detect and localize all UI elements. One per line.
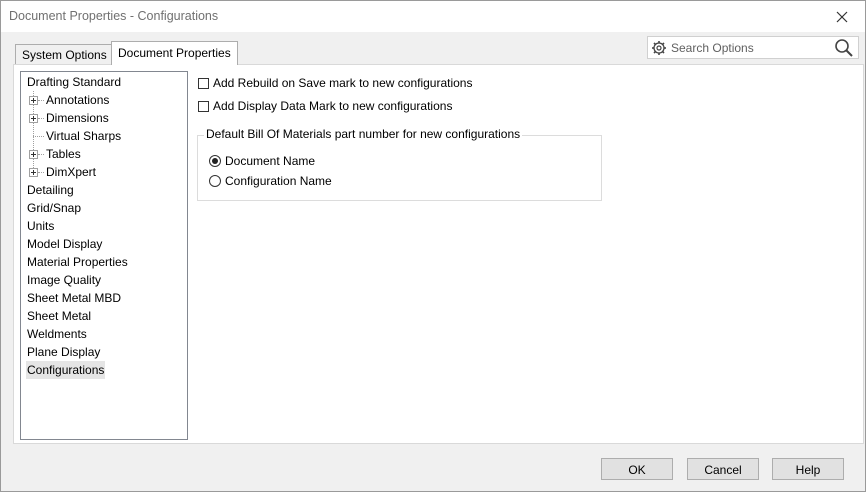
plus-box-icon[interactable] <box>29 168 38 177</box>
add-display-data-option[interactable]: Add Display Data Mark to new configurati… <box>198 98 452 114</box>
add-rebuild-label: Add Rebuild on Save mark to new configur… <box>213 76 473 90</box>
plus-box-icon[interactable] <box>29 96 38 105</box>
tree-connector <box>38 172 44 173</box>
plus-box-icon[interactable] <box>29 114 38 123</box>
search-input[interactable]: Search Options <box>671 41 834 55</box>
tree-item-sheet-metal-mbd[interactable]: Sheet Metal MBD <box>26 289 122 307</box>
tree-item-units[interactable]: Units <box>26 217 55 235</box>
tree-item-dimxpert[interactable]: DimXpert <box>45 163 97 181</box>
tree-item-drafting-standard[interactable]: Drafting Standard <box>26 73 122 91</box>
help-button[interactable]: Help <box>772 458 844 480</box>
tab-system-options[interactable]: System Options <box>15 44 114 65</box>
options-tree[interactable]: Drafting Standard Annotations Dimensions… <box>20 71 188 440</box>
tree-connector <box>38 118 44 119</box>
configuration-name-label: Configuration Name <box>225 174 332 188</box>
add-rebuild-checkbox[interactable] <box>198 77 209 89</box>
tree-item-detailing[interactable]: Detailing <box>26 181 75 199</box>
tab-strip: System Options Document Properties Searc… <box>1 32 865 65</box>
document-name-option[interactable]: Document Name <box>209 153 315 169</box>
add-display-data-label: Add Display Data Mark to new configurati… <box>213 99 453 113</box>
tree-item-material-properties[interactable]: Material Properties <box>26 253 129 271</box>
tree-item-virtual-sharps[interactable]: Virtual Sharps <box>45 127 122 145</box>
dialog-window: Document Properties - Configurations Sys… <box>0 0 866 492</box>
tree-item-image-quality[interactable]: Image Quality <box>26 271 102 289</box>
close-button[interactable] <box>819 1 865 32</box>
tree-item-weldments[interactable]: Weldments <box>26 325 88 343</box>
tree-item-sheet-metal[interactable]: Sheet Metal <box>26 307 92 325</box>
options-panel: Drafting Standard Annotations Dimensions… <box>13 64 864 444</box>
tree-connector <box>38 154 44 155</box>
tree-item-model-display[interactable]: Model Display <box>26 235 103 253</box>
tree-item-dimensions[interactable]: Dimensions <box>45 109 110 127</box>
configuration-name-radio[interactable] <box>209 175 221 187</box>
bom-group-legend: Default Bill Of Materials part number fo… <box>204 127 523 141</box>
document-name-radio[interactable] <box>209 155 221 167</box>
title-bar: Document Properties - Configurations <box>1 1 865 32</box>
tree-item-annotations[interactable]: Annotations <box>45 91 110 109</box>
tree-item-tables[interactable]: Tables <box>45 145 82 163</box>
tree-item-plane-display[interactable]: Plane Display <box>26 343 101 361</box>
bom-part-number-group: Default Bill Of Materials part number fo… <box>197 127 602 201</box>
search-icon[interactable] <box>834 38 854 58</box>
tree-item-grid-snap[interactable]: Grid/Snap <box>26 199 82 217</box>
add-display-data-checkbox[interactable] <box>198 100 209 112</box>
ok-button[interactable]: OK <box>601 458 673 480</box>
close-icon <box>836 11 848 22</box>
tab-document-properties[interactable]: Document Properties <box>111 41 238 65</box>
window-title: Document Properties - Configurations <box>9 9 219 23</box>
tree-connector <box>33 136 44 137</box>
cancel-button[interactable]: Cancel <box>687 458 759 480</box>
plus-box-icon[interactable] <box>29 150 38 159</box>
document-name-label: Document Name <box>225 154 316 168</box>
gear-icon[interactable] <box>651 40 667 56</box>
tree-connector <box>38 100 44 101</box>
search-options-box[interactable]: Search Options <box>647 36 859 59</box>
tree-item-configurations[interactable]: Configurations <box>26 361 106 379</box>
configuration-name-option[interactable]: Configuration Name <box>209 173 332 189</box>
add-rebuild-option[interactable]: Add Rebuild on Save mark to new configur… <box>198 75 472 91</box>
